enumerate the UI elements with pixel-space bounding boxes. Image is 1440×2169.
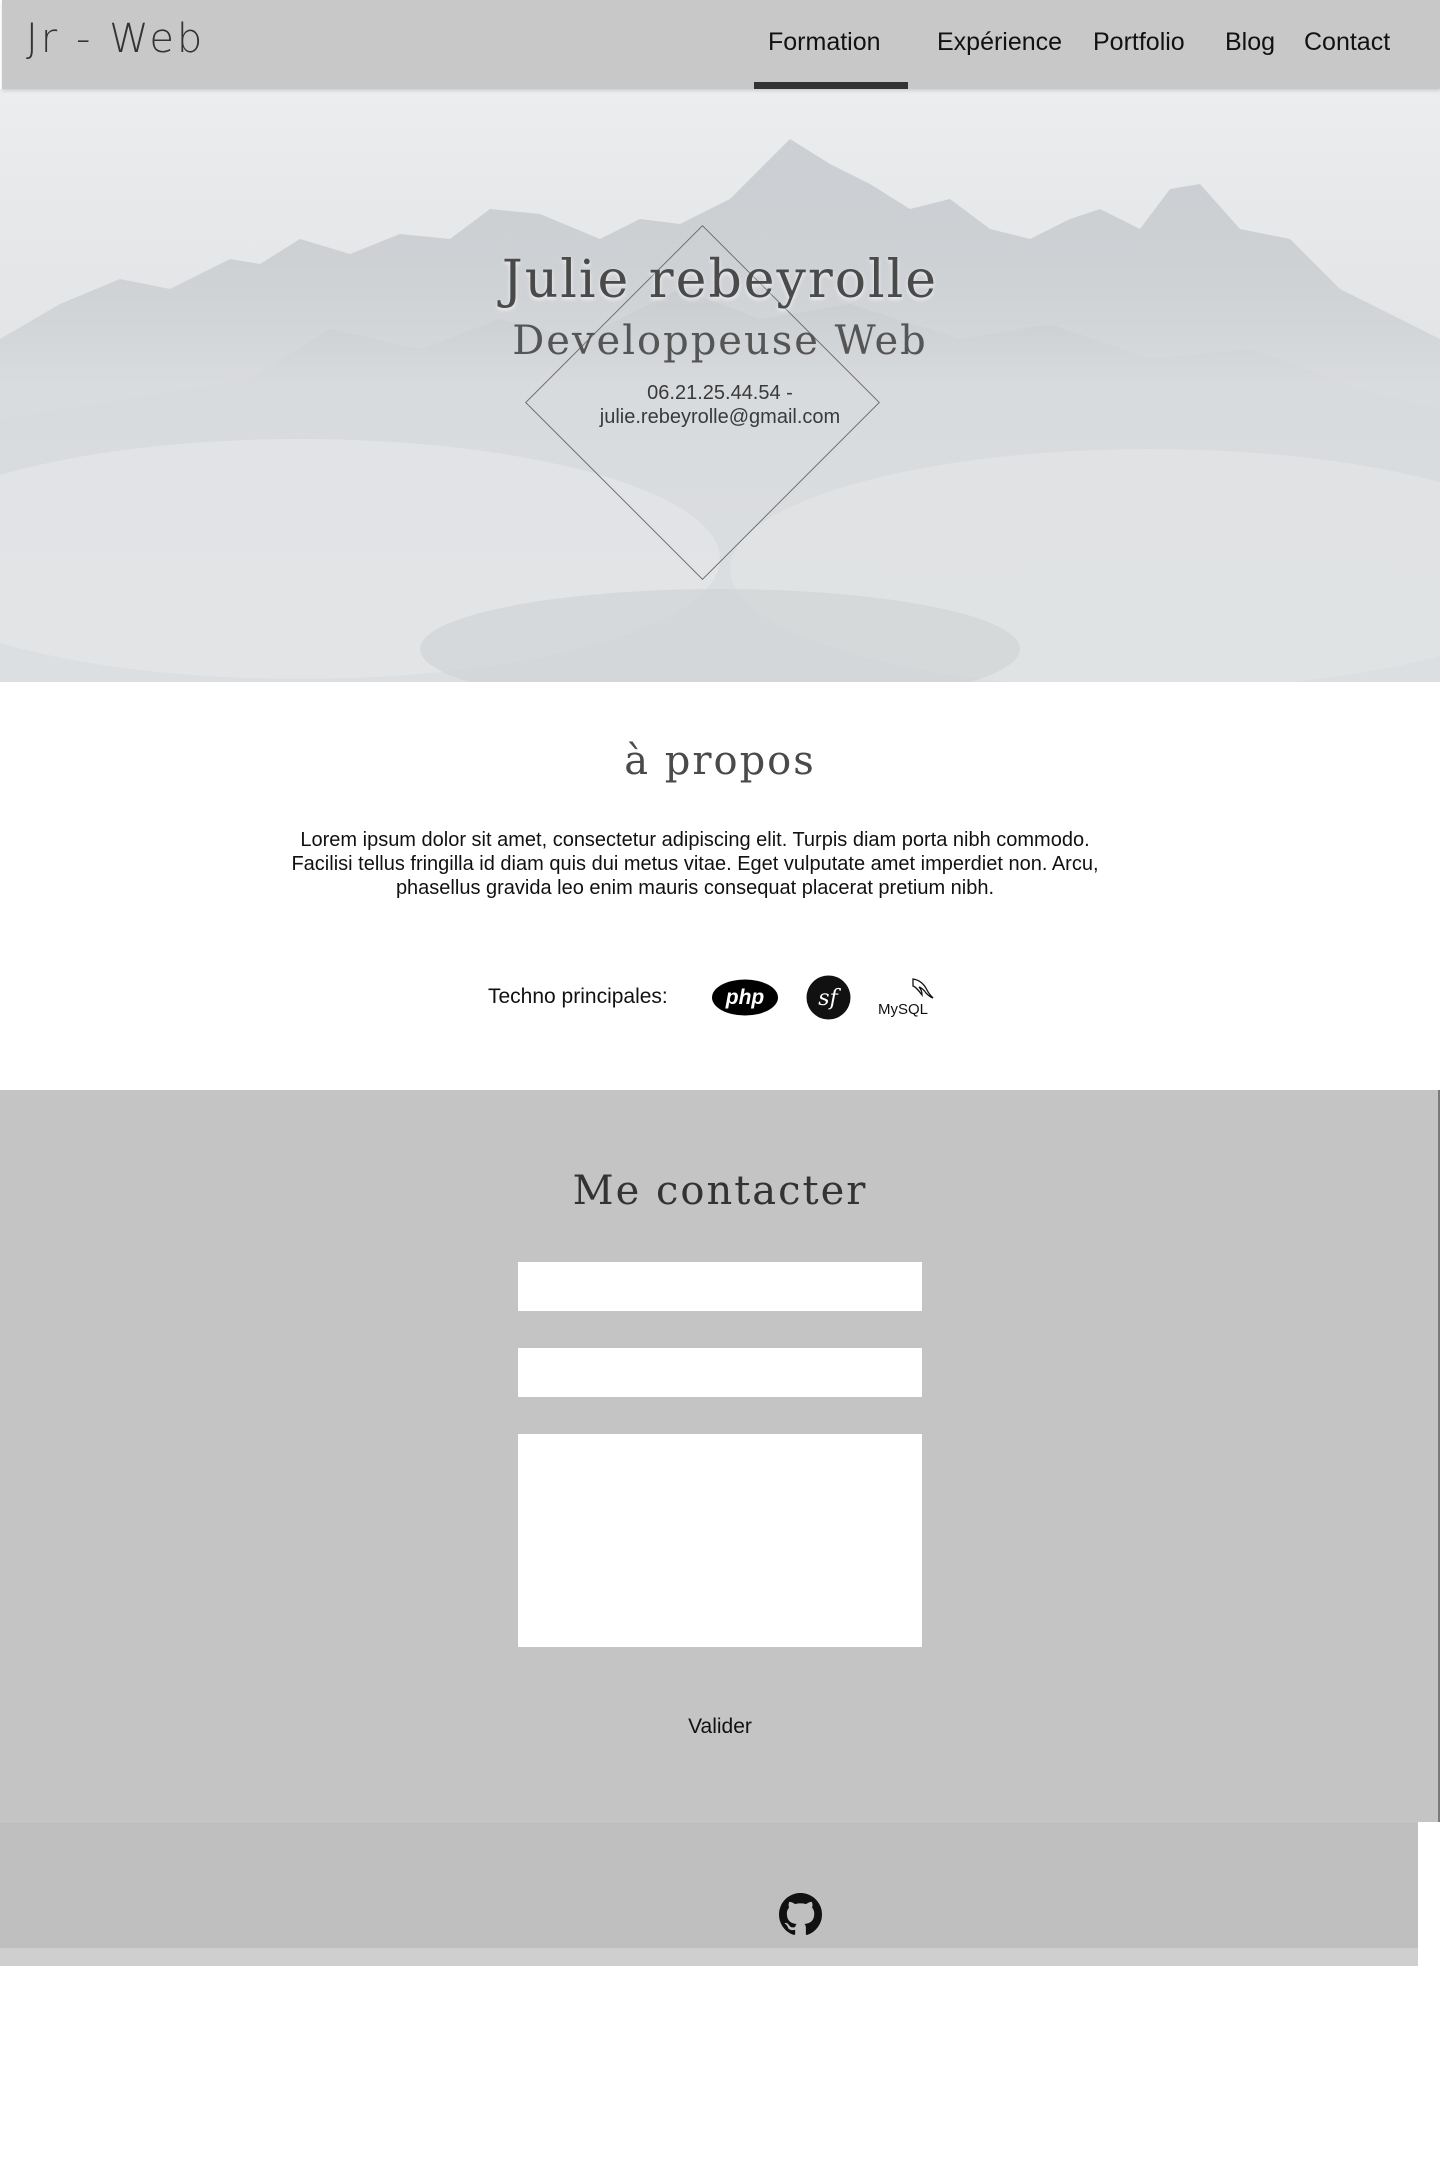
- hero-email[interactable]: julie.rebeyrolle@gmail.com: [0, 406, 1440, 429]
- techno-label: Techno principales:: [488, 985, 668, 1008]
- about-text: Lorem ipsum dolor sit amet, consectetur …: [291, 829, 1099, 899]
- active-nav-indicator: [754, 82, 908, 89]
- site-header: Jr - Web Formation Expérience Portfolio …: [2, 0, 1440, 89]
- about-heading: à propos: [624, 738, 816, 784]
- contact-heading: Me contacter: [572, 1168, 868, 1214]
- footer-bottom-bar: [0, 1948, 1418, 1966]
- hero-name: Julie rebeyrolle: [501, 250, 939, 310]
- symfony-logo: sf: [806, 975, 851, 1020]
- submit-button[interactable]: Valider: [670, 1714, 770, 1740]
- svg-text:MySQL: MySQL: [878, 1001, 928, 1018]
- hero-role: Developpeuse Web: [512, 318, 928, 364]
- nav-item-blog[interactable]: Blog: [1225, 28, 1275, 57]
- contact-name-field[interactable]: [518, 1262, 922, 1311]
- site-footer: [0, 1822, 1418, 1966]
- nav-item-portfolio[interactable]: Portfolio: [1093, 28, 1185, 57]
- github-icon[interactable]: [779, 1893, 822, 1936]
- nav-item-formation[interactable]: Formation: [768, 28, 881, 57]
- svg-text:php: php: [725, 986, 765, 1009]
- main-nav: Formation Expérience Portfolio Blog Cont…: [2, 0, 1440, 89]
- mysql-logo: MySQL: [878, 978, 934, 1018]
- php-logo: php: [712, 979, 778, 1016]
- contact-email-field[interactable]: [518, 1348, 922, 1397]
- nav-item-contact[interactable]: Contact: [1304, 28, 1390, 57]
- hero-phone: 06.21.25.44.54 -: [647, 382, 793, 404]
- nav-item-experience[interactable]: Expérience: [937, 28, 1062, 57]
- contact-message-field[interactable]: [518, 1434, 922, 1647]
